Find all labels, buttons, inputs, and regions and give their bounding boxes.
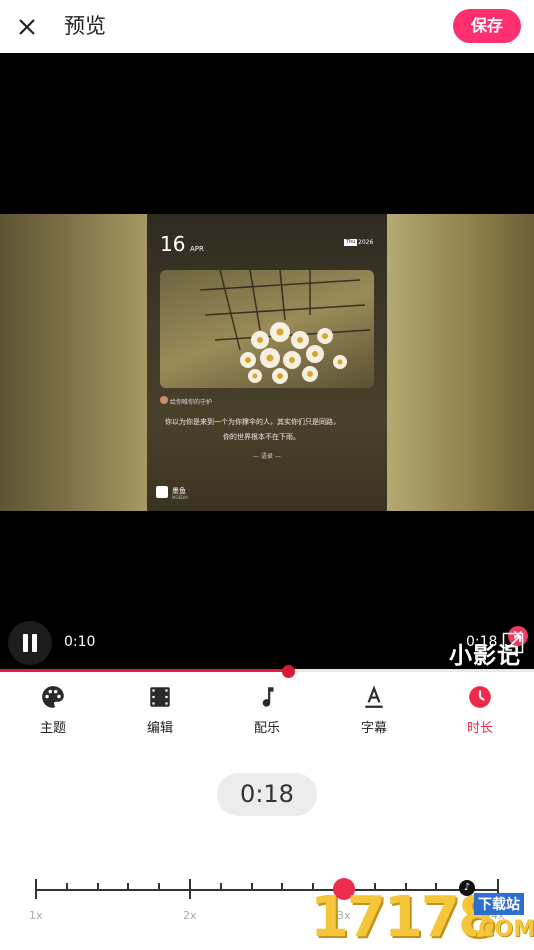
scale-tick bbox=[96, 883, 99, 891]
site-watermark-domain: .COM bbox=[470, 917, 534, 942]
flower-photo bbox=[160, 270, 374, 388]
video-player[interactable]: 16 APR Thu 2026 给你唯你的守护 你以为你是来到一个为你撑伞的人，… bbox=[0, 53, 534, 670]
pause-icon bbox=[23, 634, 28, 652]
duration-display: 0:18 bbox=[217, 773, 317, 816]
scale-label-2x: 2x bbox=[183, 909, 197, 922]
author-avatar bbox=[160, 396, 168, 404]
card-year: 2026 bbox=[358, 239, 374, 246]
tab-subtitle[interactable]: 字幕 bbox=[334, 680, 414, 736]
tab-label: 字幕 bbox=[360, 721, 387, 736]
close-icon[interactable] bbox=[12, 12, 42, 42]
page-title: 预览 bbox=[64, 14, 106, 38]
scale-label-1x: 1x bbox=[29, 909, 43, 922]
site-watermark-tag: 下载站 bbox=[474, 893, 524, 915]
tab-label: 配乐 bbox=[253, 721, 280, 736]
save-button[interactable]: 保存 bbox=[453, 9, 521, 43]
tab-label: 编辑 bbox=[146, 721, 173, 736]
blurred-background-left bbox=[0, 214, 147, 511]
top-bar: 预览 保存 bbox=[0, 0, 534, 53]
current-time: 0:10 bbox=[64, 634, 96, 650]
card-quote-line1: 你以为你是来到一个为你撑伞的人，其实你们只是同路， bbox=[165, 418, 340, 426]
total-time: 0:18 bbox=[466, 634, 498, 650]
playback-progress[interactable] bbox=[0, 665, 534, 678]
tab-label: 时长 bbox=[466, 721, 493, 736]
scale-tick bbox=[35, 879, 37, 899]
card-signature: — 语录 — bbox=[253, 453, 281, 460]
site-watermark-number: 17178 bbox=[310, 885, 497, 950]
tab-duration[interactable]: 时长 bbox=[440, 680, 520, 736]
preview-card: 16 APR Thu 2026 给你唯你的守护 你以为你是来到一个为你撑伞的人，… bbox=[147, 214, 387, 511]
site-watermark: 17178 下载站 .COM bbox=[310, 885, 534, 950]
tab-music[interactable]: 配乐 bbox=[227, 680, 307, 736]
music-note-icon bbox=[262, 687, 274, 707]
card-author: 给你唯你的守护 bbox=[170, 399, 213, 406]
card-quote-line2: 你的世界根本不在下雨。 bbox=[223, 433, 300, 441]
clock-icon bbox=[469, 686, 491, 708]
palette-icon bbox=[42, 686, 64, 708]
card-weekday: Thu bbox=[344, 239, 358, 246]
pause-button[interactable] bbox=[8, 621, 52, 665]
daisy-image bbox=[199, 270, 371, 384]
tab-edit[interactable]: 编辑 bbox=[120, 680, 200, 736]
text-a-icon bbox=[365, 685, 383, 708]
scale-tick bbox=[127, 883, 130, 891]
scale-tick bbox=[250, 883, 253, 891]
editor-tabs: 主题 编辑 配乐 字幕 时长 bbox=[0, 680, 534, 740]
scale-tick bbox=[65, 883, 68, 891]
tab-theme[interactable]: 主题 bbox=[13, 680, 93, 736]
scale-tick bbox=[158, 883, 161, 891]
card-day: 16 bbox=[160, 232, 186, 256]
brand-logo-icon bbox=[156, 486, 168, 498]
tab-label: 主题 bbox=[39, 721, 66, 736]
scale-tick bbox=[219, 883, 222, 891]
scale-tick bbox=[281, 883, 284, 891]
scale-tick bbox=[189, 879, 191, 899]
progress-handle[interactable] bbox=[282, 665, 296, 678]
card-brand-sub: MOEDM bbox=[172, 495, 188, 500]
blurred-background-right bbox=[386, 214, 534, 511]
progress-fill bbox=[0, 669, 289, 672]
video-frame: 16 APR Thu 2026 给你唯你的守护 你以为你是来到一个为你撑伞的人，… bbox=[0, 214, 534, 669]
fullscreen-icon[interactable] bbox=[502, 632, 524, 654]
card-month: APR bbox=[190, 245, 204, 253]
film-icon bbox=[150, 687, 170, 707]
